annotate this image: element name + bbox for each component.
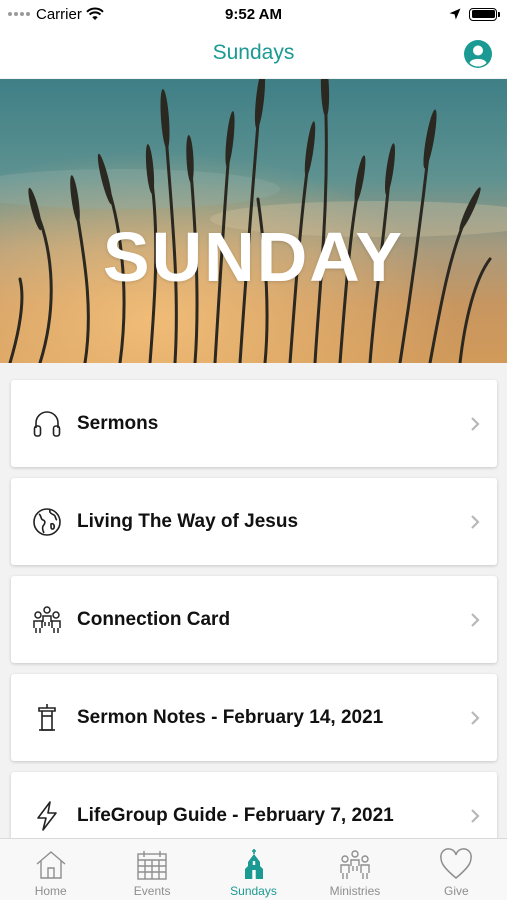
status-right <box>449 7 500 21</box>
tab-ministries[interactable]: Ministries <box>304 839 405 900</box>
menu-item-label: Connection Card <box>77 608 231 630</box>
chevron-right-icon <box>471 809 480 823</box>
chevron-right-icon <box>471 417 480 431</box>
lightning-icon <box>37 801 57 831</box>
people-icon <box>340 850 370 879</box>
tab-events[interactable]: Events <box>101 839 202 900</box>
tab-sundays[interactable]: Sundays <box>203 839 304 900</box>
battery-icon <box>469 7 500 21</box>
status-bar: Carrier 9:52 AM <box>0 0 507 28</box>
tab-home[interactable]: Home <box>0 839 101 900</box>
home-icon <box>36 851 66 879</box>
profile-button[interactable] <box>463 39 493 69</box>
tab-give[interactable]: Give <box>406 839 507 900</box>
menu-list: Sermons Living The Way of Jesus Connecti… <box>11 380 497 870</box>
tab-label: Sundays <box>230 884 277 898</box>
globe-icon <box>33 508 61 536</box>
chevron-right-icon <box>471 515 480 529</box>
hero-title: SUNDAY <box>102 218 405 296</box>
navigation-bar: Sundays <box>0 28 507 78</box>
tab-bar: Home Events Sundays Ministries Give <box>0 838 507 900</box>
location-arrow-icon <box>449 8 461 20</box>
app-screen: Carrier 9:52 AM Sundays SUNDAY Sermons L… <box>0 0 507 900</box>
menu-item-living-the-way[interactable]: Living The Way of Jesus <box>11 478 497 565</box>
tab-label: Events <box>133 884 171 898</box>
status-time: 9:52 AM <box>225 5 282 23</box>
menu-item-connection-card[interactable]: Connection Card <box>11 576 497 663</box>
chevron-right-icon <box>471 613 480 627</box>
menu-item-sermons[interactable]: Sermons <box>11 380 497 467</box>
lectern-icon <box>38 704 56 731</box>
chevron-right-icon <box>471 711 480 725</box>
menu-item-label: LifeGroup Guide - February 7, 2021 <box>77 804 394 826</box>
calendar-icon <box>137 851 167 880</box>
menu-item-label: Sermon Notes - February 14, 2021 <box>77 706 384 728</box>
church-icon <box>244 849 263 879</box>
menu-item-label: Sermons <box>77 412 159 434</box>
people-icon <box>33 606 61 633</box>
tab-label: Home <box>34 884 67 898</box>
menu-item-sermon-notes[interactable]: Sermon Notes - February 14, 2021 <box>11 674 497 761</box>
headphones-icon <box>33 411 61 437</box>
hero-banner[interactable]: SUNDAY <box>0 79 507 363</box>
tab-label: Ministries <box>329 884 381 898</box>
menu-item-label: Living The Way of Jesus <box>77 510 299 532</box>
heart-icon <box>440 848 473 879</box>
page-title: Sundays <box>212 41 295 64</box>
tab-label: Give <box>443 884 469 898</box>
